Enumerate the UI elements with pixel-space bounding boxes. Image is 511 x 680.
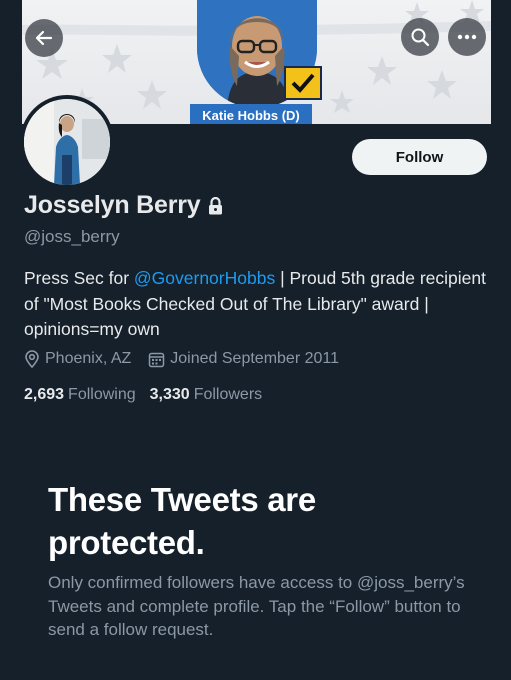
checkmark-icon: [284, 66, 322, 100]
bio-mention-link[interactable]: @GovernorHobbs: [134, 268, 275, 288]
followers-count: 3,330: [149, 386, 190, 403]
join-date: Joined September 2011: [148, 350, 339, 368]
followers-link[interactable]: 3,330 Followers: [150, 386, 263, 404]
username-handle: @joss_berry: [24, 227, 120, 246]
display-name: Josselyn Berry: [24, 191, 201, 219]
follow-button[interactable]: Follow: [352, 139, 487, 175]
back-button[interactable]: [25, 19, 63, 57]
location-text: Phoenix, AZ: [45, 350, 132, 367]
following-count: 2,693: [24, 386, 65, 403]
more-button[interactable]: [448, 18, 486, 56]
avatar[interactable]: [20, 95, 114, 189]
follow-stats: 2,693 Following 3,330 Followers: [24, 386, 276, 404]
following-link[interactable]: 2,693 Following: [24, 386, 136, 404]
search-button[interactable]: [401, 18, 439, 56]
display-name-row: Josselyn Berry: [24, 191, 223, 220]
join-date-text: Joined September 2011: [170, 350, 339, 367]
followers-label: Followers: [193, 386, 263, 403]
location: Phoenix, AZ: [24, 350, 131, 368]
arrow-left-icon: [35, 30, 53, 46]
more-horizontal-icon: [457, 34, 477, 40]
profile-page: Katie Hobbs (D) Follow Josselyn Berry @j…: [0, 0, 511, 680]
location-pin-icon: [25, 350, 39, 368]
lock-icon: [209, 196, 223, 214]
protected-title: These Tweets are protected.: [48, 481, 316, 561]
profile-photo: [24, 99, 110, 185]
calendar-icon: [149, 352, 165, 367]
following-label: Following: [68, 386, 136, 403]
protected-description: Only confirmed followers have access to …: [48, 573, 465, 639]
bio-prefix: Press Sec for: [24, 268, 134, 288]
search-icon: [411, 28, 430, 47]
profile-meta: Phoenix, AZ Joined September 2011: [24, 350, 356, 368]
bio: Press Sec for @GovernorHobbs | Proud 5th…: [24, 266, 486, 343]
banner-candidate-label: Katie Hobbs (D): [190, 104, 312, 124]
